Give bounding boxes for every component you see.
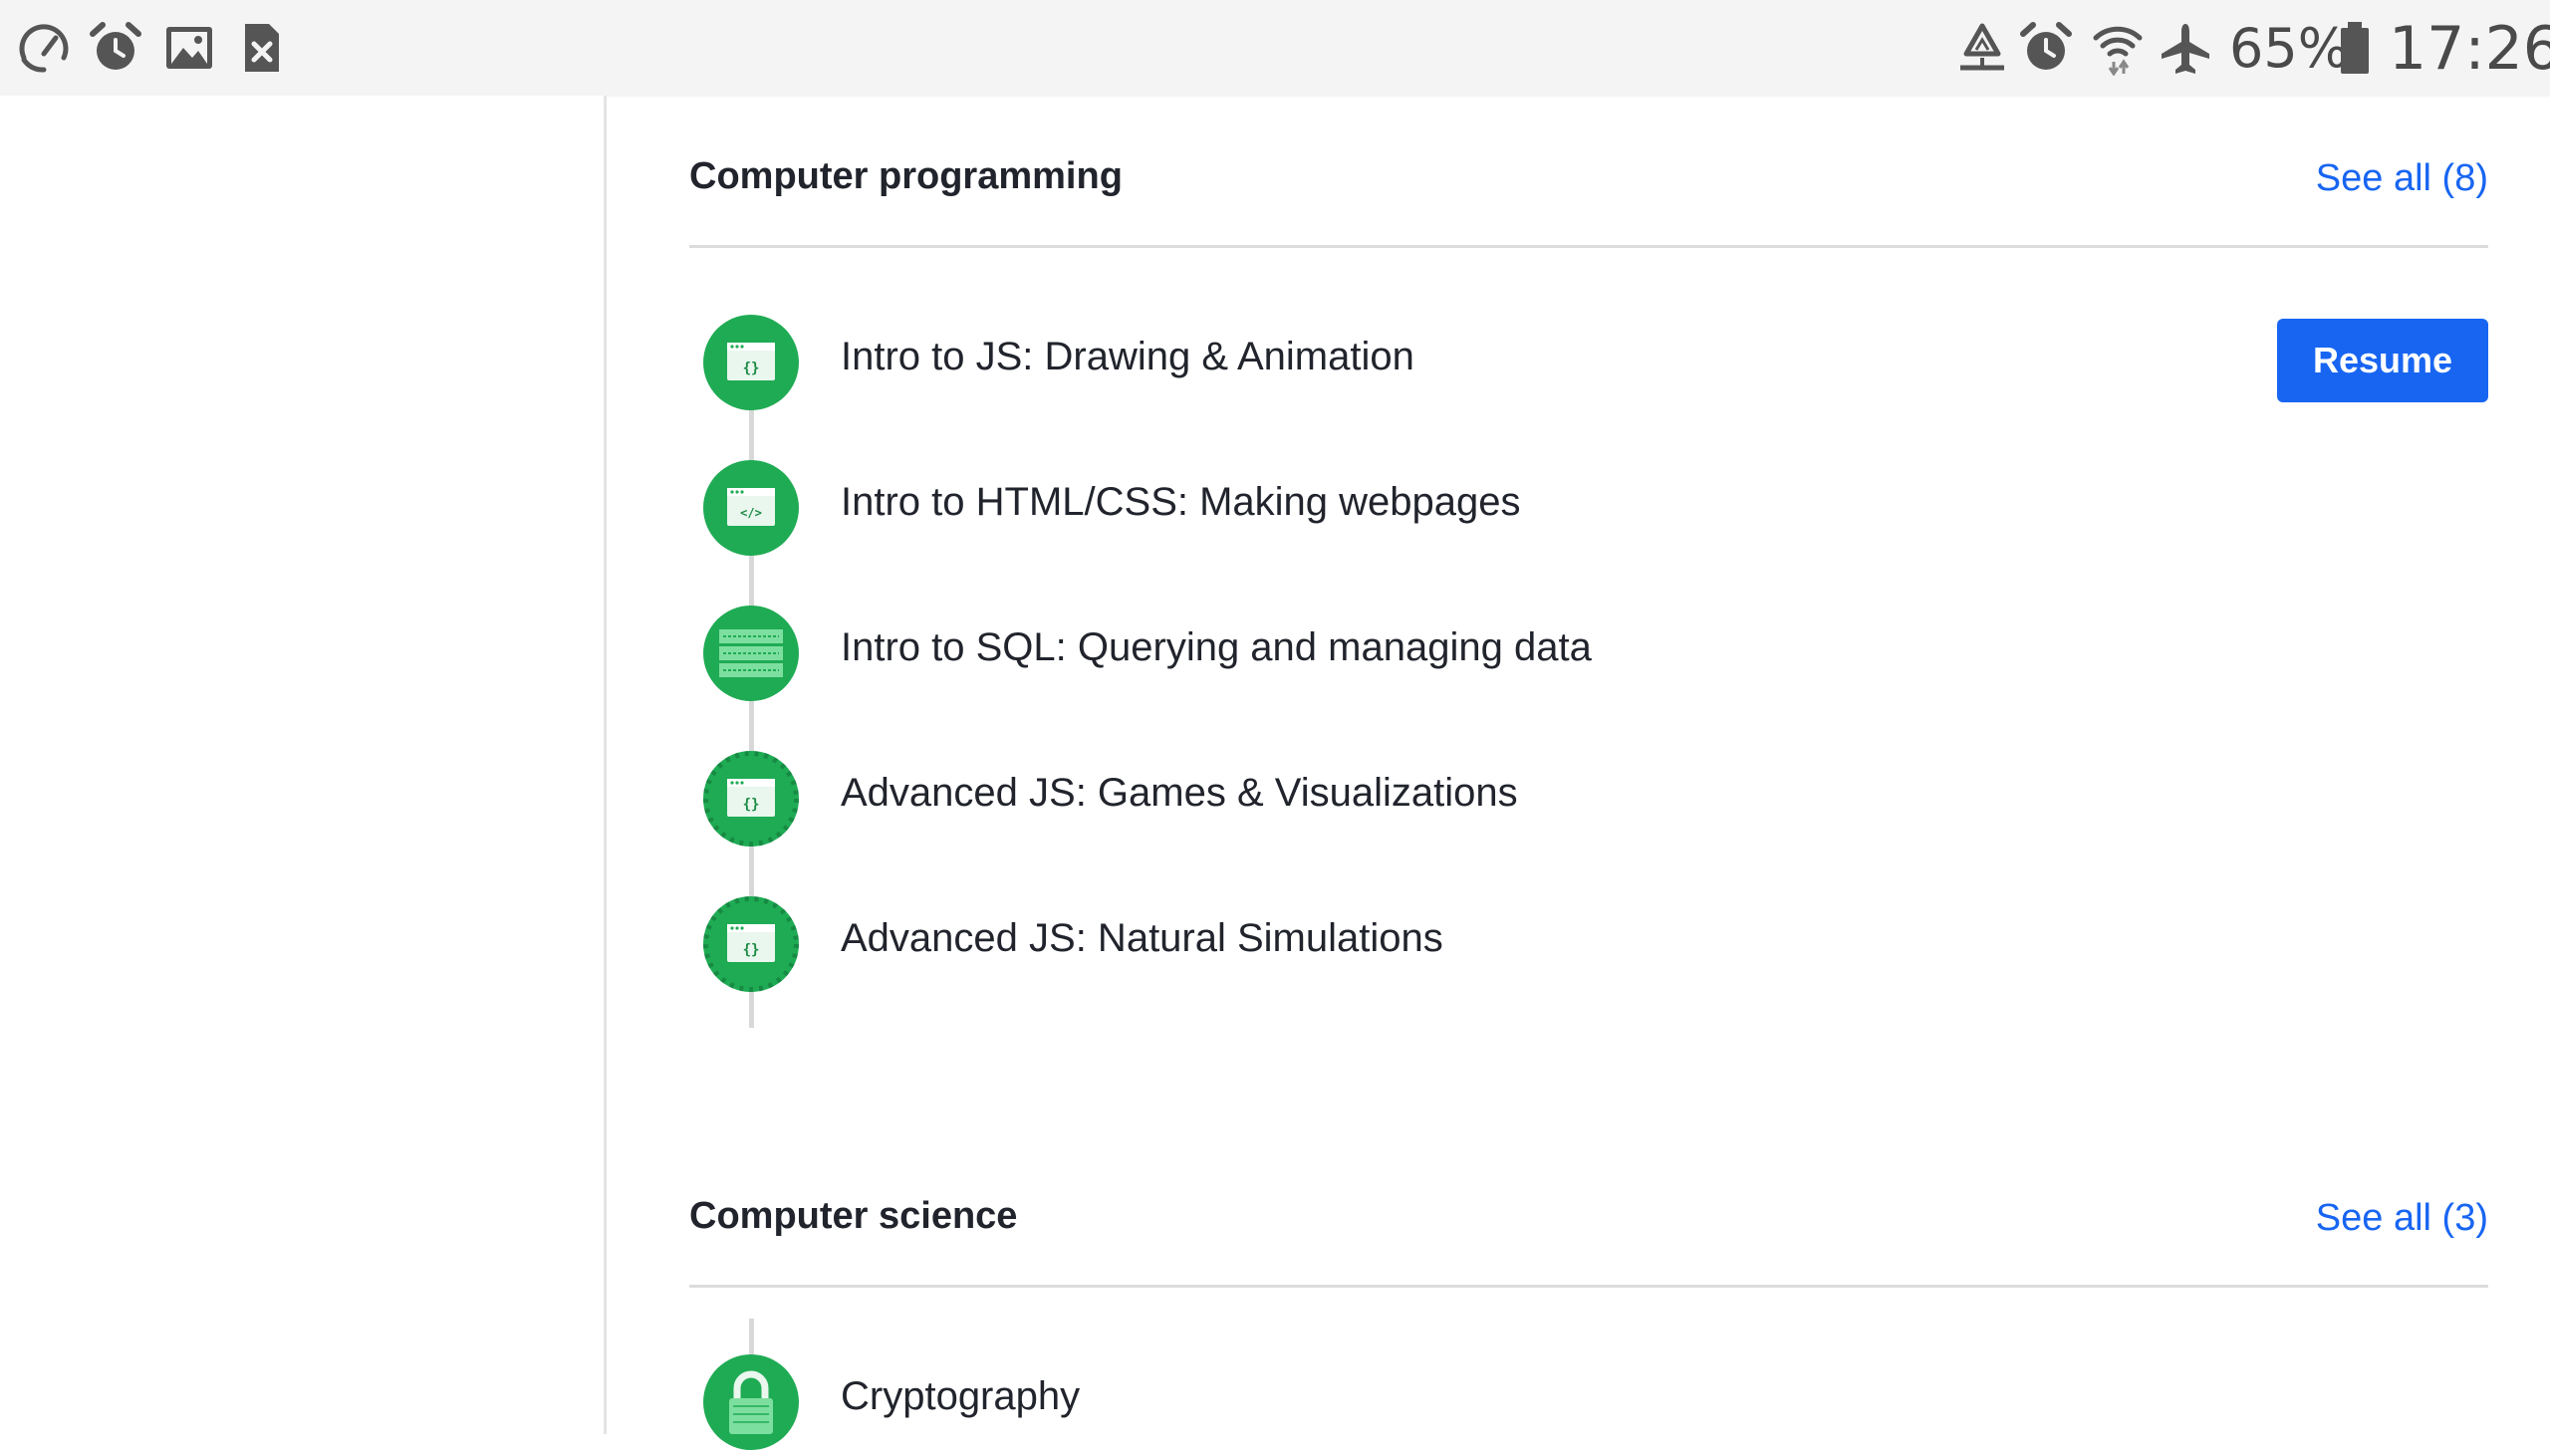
section-title-computer-science: Computer science — [689, 1195, 1018, 1237]
left-panel — [0, 96, 604, 1434]
airplane-mode-icon — [2158, 20, 2213, 76]
alarm-icon — [88, 20, 143, 76]
status-bar: 65% 17:26 — [0, 0, 2550, 96]
course-title: Intro to HTML/CSS: Making webpages — [841, 480, 1521, 524]
section-divider — [689, 1285, 2488, 1288]
course-title: Cryptography — [841, 1374, 1081, 1418]
alarm-icon — [2018, 20, 2074, 76]
course-item-advanced-js-simulations[interactable]: {} Advanced JS: Natural Simulations — [689, 888, 2488, 998]
battery-icon — [2335, 20, 2375, 76]
recycle-sync-icon — [1954, 20, 2010, 76]
battery-percentage: 65% — [2229, 17, 2350, 80]
wifi-icon — [2090, 20, 2146, 76]
course-title: Intro to JS: Drawing & Animation — [841, 335, 1414, 378]
gallery-icon — [161, 20, 217, 76]
course-item-advanced-js-games[interactable]: {} Advanced JS: Games & Visualizations — [689, 743, 2488, 852]
section-divider — [689, 245, 2488, 248]
course-item-intro-js[interactable]: {} Intro to JS: Drawing & Animation Resu… — [689, 307, 2488, 416]
svg-text:{}: {} — [743, 797, 760, 813]
speedometer-icon — [16, 20, 72, 76]
section-title-computer-programming: Computer programming — [689, 155, 1123, 197]
database-icon — [703, 606, 799, 701]
lock-icon — [703, 1354, 799, 1450]
see-all-link-computer-science[interactable]: See all (3) — [2316, 1197, 2488, 1240]
course-item-cryptography[interactable]: Cryptography — [689, 1346, 2488, 1456]
course-title: Advanced JS: Games & Visualizations — [841, 771, 1518, 815]
svg-text:{}: {} — [743, 942, 760, 958]
js-code-icon: {} — [703, 751, 799, 847]
html-code-icon: </> — [703, 460, 799, 556]
course-title: Intro to SQL: Querying and managing data — [841, 625, 1592, 669]
js-code-icon: {} — [703, 896, 799, 992]
clock: 17:26 — [2389, 14, 2550, 84]
course-title: Advanced JS: Natural Simulations — [841, 916, 1443, 960]
svg-text:{}: {} — [743, 361, 760, 376]
panel-divider — [604, 96, 607, 1434]
see-all-link-computer-programming[interactable]: See all (8) — [2316, 157, 2488, 200]
js-code-icon: {} — [703, 315, 799, 410]
course-item-intro-html-css[interactable]: </> Intro to HTML/CSS: Making webpages — [689, 452, 2488, 562]
resume-button[interactable]: Resume — [2277, 319, 2488, 402]
sim-error-icon — [233, 20, 289, 76]
svg-text:</>: </> — [740, 506, 762, 520]
course-item-intro-sql[interactable]: Intro to SQL: Querying and managing data — [689, 598, 2488, 707]
